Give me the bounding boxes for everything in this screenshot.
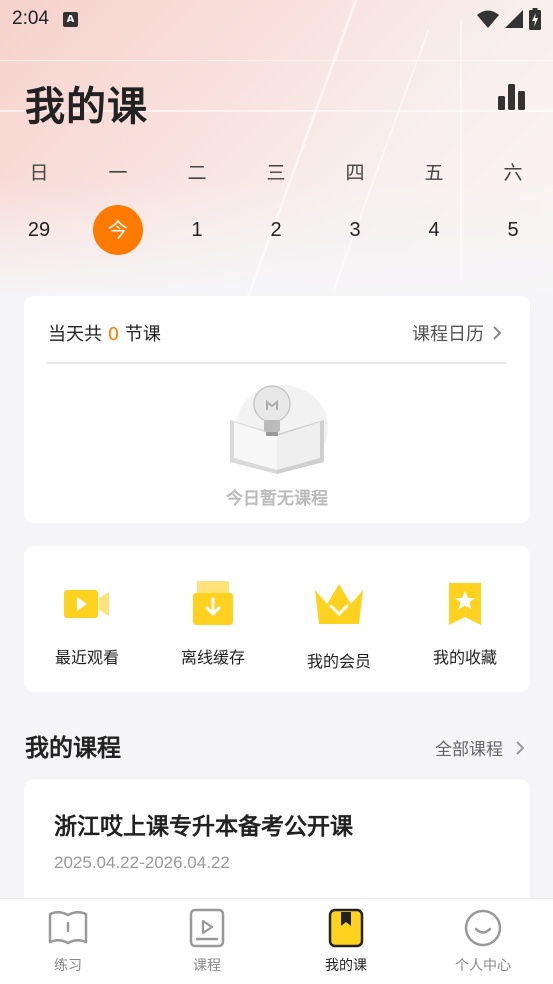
- weekday-label: 日: [29, 162, 49, 184]
- weekday-label: 六: [503, 162, 523, 184]
- my-membership-button[interactable]: 我的会员: [284, 572, 394, 672]
- course-calendar-link[interactable]: 课程日历: [412, 320, 502, 346]
- recent-watched-button[interactable]: 最近观看: [32, 572, 142, 668]
- empty-book-lightbulb-icon: [230, 385, 328, 474]
- quick-action-label: 我的收藏: [432, 648, 497, 667]
- signal-icon: [505, 10, 523, 28]
- tab-personal-center[interactable]: 个人中心: [433, 907, 533, 975]
- count-prefix: 当天共: [48, 324, 108, 345]
- divider: [47, 362, 507, 364]
- status-time: 2:04: [12, 8, 49, 29]
- quick-action-label: 离线缓存: [180, 648, 245, 667]
- weekday-label: 一: [108, 162, 128, 184]
- calendar-day-today[interactable]: 今: [93, 205, 143, 255]
- calendar-day[interactable]: 1: [172, 205, 222, 255]
- my-favorites-button[interactable]: 我的收藏: [410, 572, 520, 668]
- wifi-icon: [477, 10, 499, 28]
- calendar-day[interactable]: 5: [488, 205, 538, 255]
- chevron-right-icon: [493, 326, 502, 340]
- today-courses-card: 当天共 0 节课 课程日历 今日暂无课程: [24, 296, 530, 523]
- calendar-day[interactable]: 4: [409, 205, 459, 255]
- empty-state-text: 今日暂无课程: [226, 489, 328, 509]
- section-title: 我的课程: [25, 734, 121, 762]
- offline-cache-button[interactable]: 离线缓存: [158, 572, 268, 668]
- status-bar: 2:04 A: [0, 0, 553, 38]
- tab-label: 个人中心: [455, 958, 511, 974]
- quick-action-label: 我的会员: [306, 652, 371, 671]
- bar-chart-icon[interactable]: [497, 82, 527, 112]
- weekday-label: 二: [187, 162, 207, 184]
- bottom-tab-bar: 练习 课程 我的课 个人中心: [0, 898, 553, 984]
- course-count-number: 0: [107, 324, 120, 345]
- weekday-row: 日 一 二 三 四 五 六: [0, 158, 553, 186]
- video-camera-icon: [55, 572, 119, 636]
- weekday-label: 五: [424, 162, 444, 184]
- play-card-icon: [186, 907, 228, 949]
- tab-my-class[interactable]: 我的课: [296, 907, 396, 975]
- smile-face-icon: [462, 907, 504, 949]
- calendar-day[interactable]: 2: [251, 205, 301, 255]
- course-title: 浙江哎上课专升本备考公开课: [54, 814, 353, 840]
- quick-actions-card: 最近观看 离线缓存 我的会员 我的收藏: [24, 546, 530, 692]
- count-suffix: 节课: [119, 324, 161, 345]
- calendar-day[interactable]: 3: [330, 205, 380, 255]
- course-date-range: 2025.04.22-2026.04.22: [54, 853, 230, 872]
- all-courses-label: 全部课程: [435, 740, 503, 760]
- notification-icon: A: [62, 11, 78, 27]
- tab-courses[interactable]: 课程: [157, 907, 257, 975]
- weekday-label: 四: [345, 162, 365, 184]
- page-title: 我的课: [25, 84, 148, 130]
- tab-practice[interactable]: 练习: [18, 907, 118, 975]
- star-bookmark-icon: [433, 572, 497, 636]
- chevron-right-icon: [516, 740, 525, 755]
- tab-label: 我的课: [325, 958, 367, 974]
- my-class-icon: [325, 907, 367, 949]
- status-icons: [477, 8, 541, 30]
- crown-icon: [307, 572, 371, 636]
- download-box-icon: [181, 572, 245, 636]
- calendar-day[interactable]: 29: [14, 205, 64, 255]
- battery-icon: [529, 8, 541, 30]
- quick-action-label: 最近观看: [54, 648, 119, 667]
- course-calendar-label: 课程日历: [412, 324, 484, 345]
- weekday-label: 三: [266, 162, 286, 184]
- tab-label: 课程: [193, 958, 221, 974]
- date-row: 29 今 1 2 3 4 5: [0, 205, 553, 257]
- tab-label: 练习: [54, 958, 82, 974]
- today-course-count: 当天共 0 节课: [48, 320, 161, 346]
- all-courses-link[interactable]: 全部课程: [435, 735, 525, 760]
- book-icon: [47, 907, 89, 949]
